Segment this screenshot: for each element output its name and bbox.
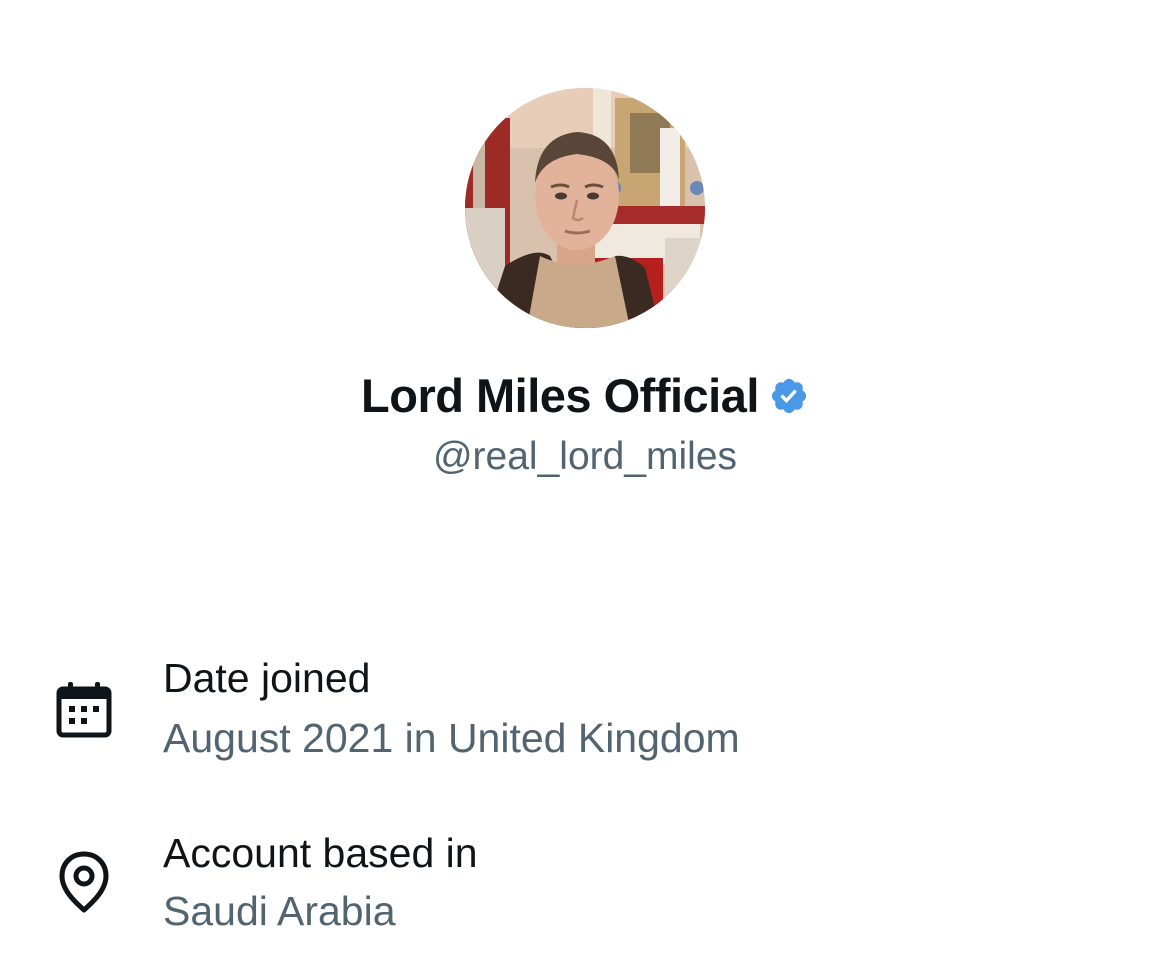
about-item-label: Date joined	[163, 655, 371, 701]
about-item-value: August 2021 in United Kingdom	[163, 715, 740, 761]
verified-badge-icon[interactable]	[769, 376, 809, 416]
location-pin-icon	[57, 850, 117, 913]
about-item-value: Saudi Arabia	[163, 888, 396, 934]
display-name: Lord Miles Official	[361, 369, 759, 422]
avatar-image	[465, 88, 705, 328]
avatar[interactable]	[465, 88, 705, 328]
calendar-icon	[54, 680, 114, 740]
profile-about-panel: Lord Miles Official @real_lord_miles Dat…	[0, 0, 1170, 959]
name-row: Lord Miles Official	[0, 366, 1170, 426]
about-item-label: Account based in	[163, 830, 478, 876]
handle: @real_lord_miles	[432, 435, 738, 478]
